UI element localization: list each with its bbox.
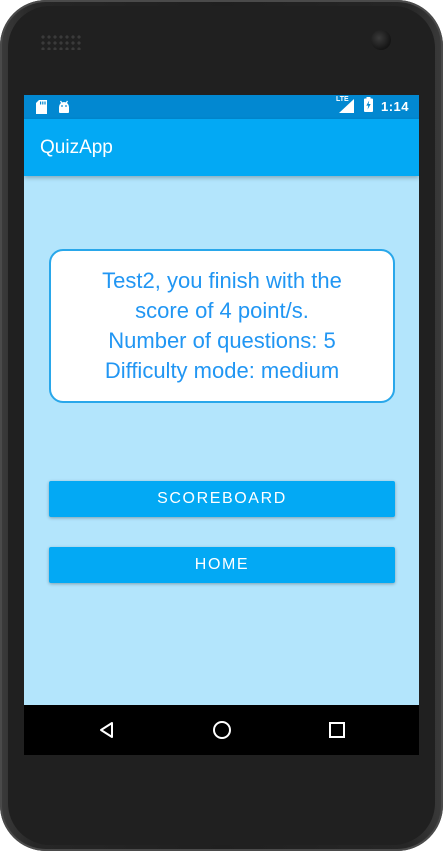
sd-card-icon bbox=[36, 99, 47, 118]
status-notification-icons bbox=[36, 99, 71, 118]
nav-home-button[interactable] bbox=[209, 717, 235, 743]
status-time: 1:14 bbox=[380, 98, 409, 114]
result-line-score: score of 4 point/s. bbox=[135, 298, 309, 323]
android-icon bbox=[57, 99, 71, 118]
recents-icon bbox=[329, 722, 345, 738]
system-navigation-bar bbox=[24, 705, 419, 755]
status-system-icons: LTE 1:14 bbox=[335, 96, 409, 115]
home-button[interactable]: HOME bbox=[49, 547, 395, 583]
result-line-difficulty: Difficulty mode: medium bbox=[104, 358, 340, 383]
recents-button[interactable] bbox=[324, 717, 350, 743]
speaker-grille bbox=[40, 34, 82, 50]
back-icon bbox=[100, 722, 113, 738]
network-type-label: LTE bbox=[335, 96, 349, 103]
battery-charging-icon bbox=[363, 97, 373, 115]
status-bar: LTE 1:14 bbox=[24, 95, 419, 119]
result-card: Test2, you finish with the score of 4 po… bbox=[49, 249, 395, 403]
result-line-player-finish: Test2, you finish with the bbox=[102, 268, 342, 293]
device-frame: LTE 1:14 QuizApp Test2, you finish with … bbox=[0, 0, 443, 851]
front-camera bbox=[371, 30, 391, 50]
signal-icon: LTE bbox=[335, 96, 356, 114]
app-title: QuizApp bbox=[40, 137, 113, 158]
home-icon bbox=[213, 721, 231, 739]
back-button[interactable] bbox=[94, 717, 120, 743]
result-line-question-count: Number of questions: 5 bbox=[108, 328, 336, 353]
scoreboard-button[interactable]: SCOREBOARD bbox=[49, 481, 395, 517]
phone-screen: LTE 1:14 QuizApp Test2, you finish with … bbox=[24, 95, 419, 755]
app-bar: QuizApp bbox=[24, 119, 419, 176]
